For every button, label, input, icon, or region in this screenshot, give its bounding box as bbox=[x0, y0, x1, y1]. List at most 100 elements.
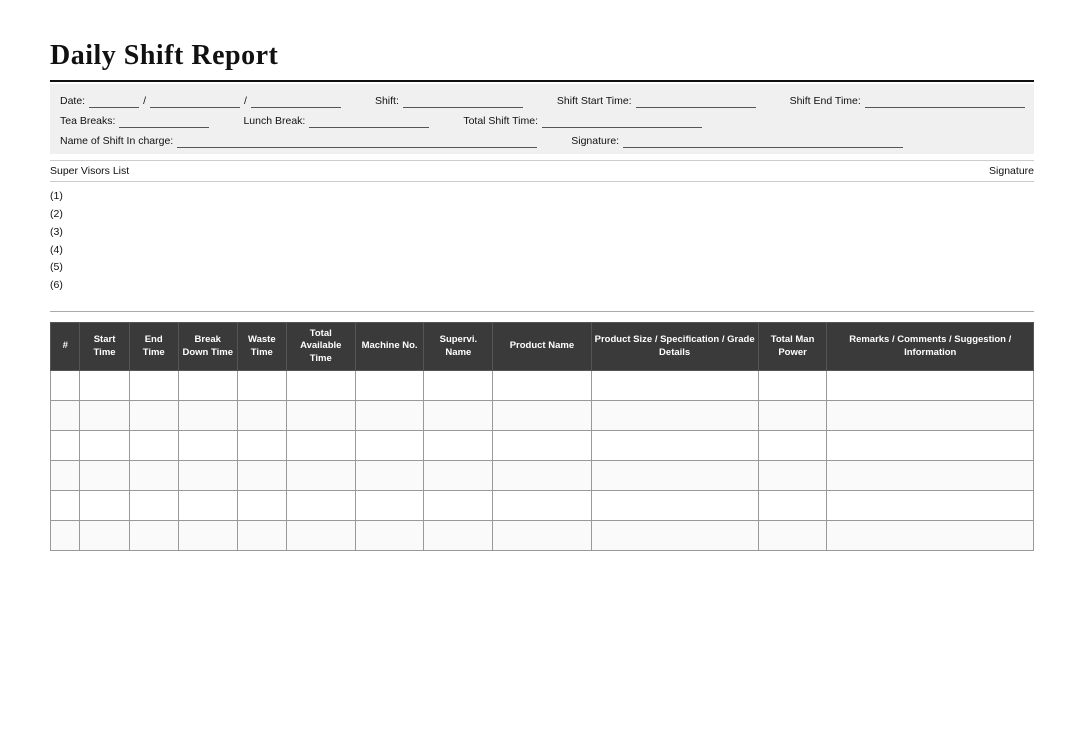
table-cell[interactable] bbox=[758, 371, 827, 401]
table-cell[interactable] bbox=[591, 401, 758, 431]
total-shift-line[interactable] bbox=[542, 114, 702, 128]
table-cell[interactable] bbox=[286, 461, 355, 491]
table-cell[interactable] bbox=[129, 491, 178, 521]
table-cell[interactable] bbox=[827, 491, 1034, 521]
form-row-2: Tea Breaks: Lunch Break: Total Shift Tim… bbox=[60, 114, 1024, 128]
table-cell[interactable] bbox=[178, 491, 237, 521]
table-cell[interactable] bbox=[758, 431, 827, 461]
table-cell[interactable] bbox=[51, 371, 80, 401]
table-cell[interactable] bbox=[51, 461, 80, 491]
table-cell[interactable] bbox=[493, 491, 591, 521]
lunch-break-line[interactable] bbox=[309, 114, 429, 128]
tea-breaks-group: Tea Breaks: bbox=[60, 114, 213, 128]
shift-end-line[interactable] bbox=[865, 94, 1025, 108]
table-body bbox=[51, 371, 1034, 551]
table-cell[interactable] bbox=[591, 431, 758, 461]
table-cell[interactable] bbox=[80, 491, 129, 521]
table-cell[interactable] bbox=[80, 521, 129, 551]
table-cell[interactable] bbox=[286, 401, 355, 431]
table-cell[interactable] bbox=[827, 461, 1034, 491]
signature-line[interactable] bbox=[623, 134, 903, 148]
date-year-line[interactable] bbox=[251, 94, 341, 108]
table-cell[interactable] bbox=[493, 401, 591, 431]
table-cell[interactable] bbox=[424, 401, 493, 431]
shift-line[interactable] bbox=[403, 94, 523, 108]
tea-breaks-line[interactable] bbox=[119, 114, 209, 128]
form-row-3: Name of Shift In charge: Signature: bbox=[60, 134, 1024, 148]
table-cell[interactable] bbox=[591, 491, 758, 521]
table-cell[interactable] bbox=[80, 431, 129, 461]
supervisor-list: (1) (2) (3) (4) (5) (6) bbox=[50, 182, 1034, 301]
table-cell[interactable] bbox=[286, 431, 355, 461]
table-cell[interactable] bbox=[286, 521, 355, 551]
date-sep1: / bbox=[143, 95, 146, 107]
th-total-man-power: Total Man Power bbox=[758, 323, 827, 371]
table-cell[interactable] bbox=[493, 431, 591, 461]
date-day-line[interactable] bbox=[89, 94, 139, 108]
table-cell[interactable] bbox=[355, 401, 424, 431]
table-cell[interactable] bbox=[129, 431, 178, 461]
table-cell[interactable] bbox=[178, 431, 237, 461]
table-cell[interactable] bbox=[591, 521, 758, 551]
name-of-shift-group: Name of Shift In charge: bbox=[60, 134, 541, 148]
table-cell[interactable] bbox=[355, 431, 424, 461]
table-cell[interactable] bbox=[237, 431, 286, 461]
table-cell[interactable] bbox=[129, 371, 178, 401]
table-cell[interactable] bbox=[424, 491, 493, 521]
table-cell[interactable] bbox=[51, 431, 80, 461]
table-row bbox=[51, 371, 1034, 401]
table-cell[interactable] bbox=[758, 491, 827, 521]
table-cell[interactable] bbox=[493, 371, 591, 401]
lunch-break-label: Lunch Break: bbox=[243, 115, 305, 127]
table-cell[interactable] bbox=[178, 521, 237, 551]
table-cell[interactable] bbox=[827, 431, 1034, 461]
table-cell[interactable] bbox=[237, 461, 286, 491]
table-cell[interactable] bbox=[493, 521, 591, 551]
table-cell[interactable] bbox=[129, 461, 178, 491]
table-cell[interactable] bbox=[237, 401, 286, 431]
table-cell[interactable] bbox=[424, 431, 493, 461]
th-start-time: Start Time bbox=[80, 323, 129, 371]
list-item: (3) bbox=[50, 224, 1034, 242]
shift-start-line[interactable] bbox=[636, 94, 756, 108]
table-cell[interactable] bbox=[129, 401, 178, 431]
table-cell[interactable] bbox=[178, 461, 237, 491]
table-cell[interactable] bbox=[178, 401, 237, 431]
table-cell[interactable] bbox=[827, 371, 1034, 401]
table-cell[interactable] bbox=[827, 521, 1034, 551]
name-of-shift-line[interactable] bbox=[177, 134, 537, 148]
table-cell[interactable] bbox=[355, 491, 424, 521]
table-cell[interactable] bbox=[424, 371, 493, 401]
table-cell[interactable] bbox=[178, 371, 237, 401]
table-cell[interactable] bbox=[237, 491, 286, 521]
th-total-available-time: Total Available Time bbox=[286, 323, 355, 371]
table-cell[interactable] bbox=[355, 371, 424, 401]
table-cell[interactable] bbox=[51, 491, 80, 521]
table-cell[interactable] bbox=[237, 521, 286, 551]
table-cell[interactable] bbox=[355, 521, 424, 551]
th-supervi-name: Supervi. Name bbox=[424, 323, 493, 371]
table-cell[interactable] bbox=[80, 401, 129, 431]
table-cell[interactable] bbox=[129, 521, 178, 551]
table-cell[interactable] bbox=[51, 401, 80, 431]
table-cell[interactable] bbox=[591, 371, 758, 401]
th-product-spec: Product Size / Specification / Grade Det… bbox=[591, 323, 758, 371]
table-cell[interactable] bbox=[758, 461, 827, 491]
lunch-break-group: Lunch Break: bbox=[243, 114, 433, 128]
date-month-line[interactable] bbox=[150, 94, 240, 108]
table-cell[interactable] bbox=[51, 521, 80, 551]
table-cell[interactable] bbox=[493, 461, 591, 491]
table-cell[interactable] bbox=[80, 371, 129, 401]
table-cell[interactable] bbox=[424, 461, 493, 491]
table-cell[interactable] bbox=[591, 461, 758, 491]
table-cell[interactable] bbox=[424, 521, 493, 551]
table-cell[interactable] bbox=[758, 401, 827, 431]
table-cell[interactable] bbox=[237, 371, 286, 401]
table-cell[interactable] bbox=[80, 461, 129, 491]
table-cell[interactable] bbox=[827, 401, 1034, 431]
table-cell[interactable] bbox=[758, 521, 827, 551]
table-cell[interactable] bbox=[286, 491, 355, 521]
table-cell[interactable] bbox=[286, 371, 355, 401]
table-cell[interactable] bbox=[355, 461, 424, 491]
list-item: (4) bbox=[50, 242, 1034, 260]
